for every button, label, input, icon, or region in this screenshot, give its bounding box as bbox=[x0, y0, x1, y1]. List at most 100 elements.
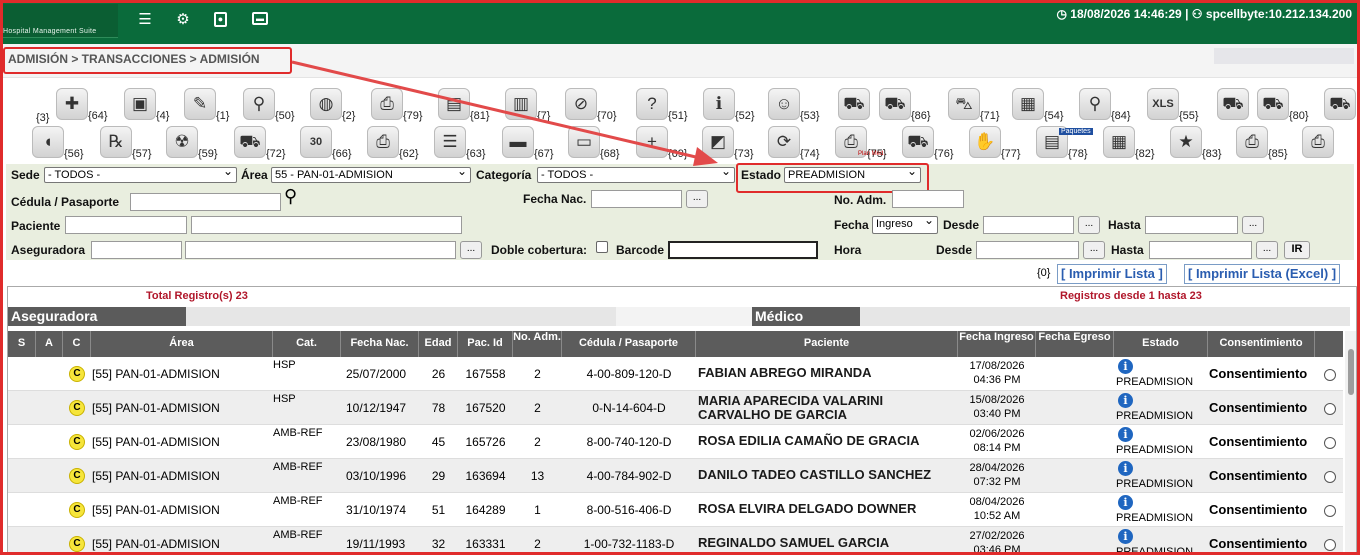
info-icon[interactable]: i bbox=[1118, 427, 1133, 442]
column-header[interactable]: Fecha Ingreso bbox=[958, 331, 1036, 357]
row-select-radio[interactable] bbox=[1324, 505, 1336, 517]
basket-barcode-icon[interactable]: ⛟ bbox=[879, 88, 911, 120]
column-header[interactable]: Fecha Egreso bbox=[1036, 331, 1114, 357]
patient-name-cell[interactable]: ROSA EDILIA CAMAÑO DE GRACIA bbox=[698, 434, 938, 448]
box-arrow-icon[interactable]: ▦ bbox=[1103, 126, 1135, 158]
imprimir-lista-button[interactable]: [ Imprimir Lista ] bbox=[1057, 264, 1167, 284]
ir-button[interactable]: IR bbox=[1284, 241, 1310, 259]
doctor-icon[interactable]: ☺ bbox=[768, 88, 800, 120]
imprimir-excel-button[interactable]: [ Imprimir Lista (Excel) ] bbox=[1184, 264, 1341, 284]
basket-6-icon[interactable]: ⛟ bbox=[902, 126, 934, 158]
notepad-icon[interactable]: ✎ bbox=[184, 88, 216, 120]
basket-2-icon[interactable]: ⛟ bbox=[1217, 88, 1249, 120]
pill-icon[interactable]: ◖ bbox=[32, 126, 64, 158]
cedula-input[interactable] bbox=[130, 193, 281, 211]
wristband-icon[interactable]: ◍ bbox=[310, 88, 342, 120]
question-refresh-icon[interactable]: ? bbox=[636, 88, 668, 120]
info-form-icon[interactable]: ℹ bbox=[703, 88, 735, 120]
paciente-id-input[interactable] bbox=[65, 216, 187, 234]
star-icon[interactable]: ★ bbox=[1170, 126, 1202, 158]
patient-name-cell[interactable]: REGINALDO SAMUEL GARCIA HOWARD bbox=[698, 536, 938, 555]
row-select-radio[interactable] bbox=[1324, 539, 1336, 551]
chat-icon[interactable]: ☰ bbox=[434, 126, 466, 158]
desde-fecha-picker-button[interactable]: ... bbox=[1078, 216, 1100, 234]
bed-icon[interactable]: ▬ bbox=[502, 126, 534, 158]
fecha-nac-picker-button[interactable]: ... bbox=[686, 190, 708, 208]
info-icon[interactable]: i bbox=[1118, 359, 1133, 374]
hora-hasta-input[interactable] bbox=[1149, 241, 1252, 259]
printer-icon[interactable]: ⎙ bbox=[371, 88, 403, 120]
area-select[interactable]: 55 - PAN-01-ADMISION bbox=[271, 165, 471, 183]
basket-icon[interactable]: ⛟ bbox=[838, 88, 870, 120]
categoria-select[interactable]: - TODOS - bbox=[537, 165, 735, 183]
box-3d-icon[interactable]: ◩ bbox=[702, 126, 734, 158]
fecha-type-select[interactable]: Ingreso bbox=[872, 214, 938, 234]
patient-name-cell[interactable]: MARIA APARECIDA VALARINI CARVALHO DE GAR… bbox=[698, 394, 938, 422]
hora-desde-input[interactable] bbox=[976, 241, 1079, 259]
basket-4-icon[interactable]: ⛟ bbox=[1324, 88, 1356, 120]
no-entry-icon[interactable]: ⊘ bbox=[565, 88, 597, 120]
doble-cobertura-checkbox[interactable] bbox=[596, 241, 608, 253]
table-row[interactable]: C [55] PAN-01-ADMISION AMB-REF 19/11/1993 32… bbox=[8, 527, 1343, 555]
aseguradora-id-input[interactable] bbox=[91, 241, 182, 259]
consentimiento-link[interactable]: Consentimiento bbox=[1209, 366, 1307, 381]
first-aid-kit-icon[interactable]: ✚ bbox=[56, 88, 88, 120]
row-select-radio[interactable] bbox=[1324, 403, 1336, 415]
column-header[interactable]: C bbox=[63, 331, 91, 357]
wallet-icon[interactable]: ▬ bbox=[252, 12, 268, 25]
recycle-icon[interactable]: ⟳ bbox=[768, 126, 800, 158]
table-row[interactable]: C [55] PAN-01-ADMISION AMB-REF 23/08/1980 45… bbox=[8, 425, 1343, 459]
hora-hasta-picker-button[interactable]: ... bbox=[1256, 241, 1278, 259]
monitor-icon[interactable]: ▭ bbox=[568, 126, 600, 158]
fecha-nac-input[interactable] bbox=[591, 190, 682, 208]
column-header[interactable]: Área bbox=[91, 331, 273, 357]
table-row[interactable]: C [55] PAN-01-ADMISION AMB-REF 03/10/1996 29… bbox=[8, 459, 1343, 493]
column-header[interactable]: A bbox=[36, 331, 63, 357]
patient-name-cell[interactable]: ROSA ELVIRA DELGADO DOWNER bbox=[698, 502, 938, 516]
printer-3-icon[interactable]: ⎙ bbox=[1302, 126, 1334, 158]
printer-2-icon[interactable]: ⎙ bbox=[1236, 126, 1268, 158]
patient-name-cell[interactable]: FABIAN ABREGO MIRANDA bbox=[698, 366, 938, 380]
no-adm-input[interactable] bbox=[892, 190, 964, 208]
column-header[interactable]: Estado bbox=[1114, 331, 1208, 357]
row-select-radio[interactable] bbox=[1324, 437, 1336, 449]
hasta-fecha-input[interactable] bbox=[1145, 216, 1238, 234]
calendar-icon[interactable]: 30 bbox=[300, 126, 332, 158]
group-aseguradora[interactable]: Aseguradora bbox=[8, 307, 186, 326]
gear-icon[interactable]: ⚙ bbox=[175, 12, 191, 28]
column-header[interactable]: Cédula / Pasaporte bbox=[562, 331, 696, 357]
table-row[interactable]: C [55] PAN-01-ADMISION HSP 25/07/2000 26 1675… bbox=[8, 357, 1343, 391]
basket-3-icon[interactable]: ⛟ bbox=[1257, 88, 1289, 120]
column-header[interactable]: Cat. bbox=[273, 331, 341, 357]
table-row[interactable]: C [55] PAN-01-ADMISION HSP 10/12/1947 78 1675… bbox=[8, 391, 1343, 425]
screen-icon[interactable]: ▣ bbox=[124, 88, 156, 120]
table-row[interactable]: C [55] PAN-01-ADMISION AMB-REF 31/10/1974 51… bbox=[8, 493, 1343, 527]
basket-5-icon[interactable]: ⛟ bbox=[234, 126, 266, 158]
row-select-radio[interactable] bbox=[1324, 369, 1336, 381]
column-header[interactable]: No. Adm. bbox=[513, 331, 562, 357]
info-icon[interactable]: i bbox=[1118, 529, 1133, 544]
paciente-name-input[interactable] bbox=[191, 216, 462, 234]
vertical-scrollbar[interactable] bbox=[1345, 331, 1356, 554]
info-icon[interactable]: i bbox=[1118, 495, 1133, 510]
radiation-icon[interactable]: ☢ bbox=[166, 126, 198, 158]
sede-select[interactable]: - TODOS - bbox=[44, 165, 237, 183]
column-header[interactable]: Edad bbox=[419, 331, 458, 357]
shopping-cart-icon[interactable]: ⛍ bbox=[948, 88, 980, 120]
group-medico[interactable]: Médico bbox=[752, 307, 860, 326]
column-header[interactable]: Pac. Id bbox=[458, 331, 513, 357]
consentimiento-link[interactable]: Consentimiento bbox=[1209, 536, 1307, 551]
info-icon[interactable]: i bbox=[1118, 393, 1133, 408]
menu-icon[interactable]: ☰ bbox=[137, 12, 153, 28]
hasta-fecha-picker-button[interactable]: ... bbox=[1242, 216, 1264, 234]
desde-fecha-input[interactable] bbox=[983, 216, 1074, 234]
user-card-icon[interactable]: ● bbox=[214, 12, 227, 27]
consentimiento-link[interactable]: Consentimiento bbox=[1209, 502, 1307, 517]
scrollbar-thumb[interactable] bbox=[1348, 349, 1354, 395]
row-select-radio[interactable] bbox=[1324, 471, 1336, 483]
bed-add-icon[interactable]: + bbox=[636, 126, 668, 158]
column-header[interactable]: Fecha Nac. bbox=[341, 331, 419, 357]
scanner-icon[interactable]: ⎙ bbox=[367, 126, 399, 158]
magnifier-icon[interactable]: ⚲ bbox=[243, 88, 275, 120]
column-header[interactable]: S bbox=[8, 331, 36, 357]
